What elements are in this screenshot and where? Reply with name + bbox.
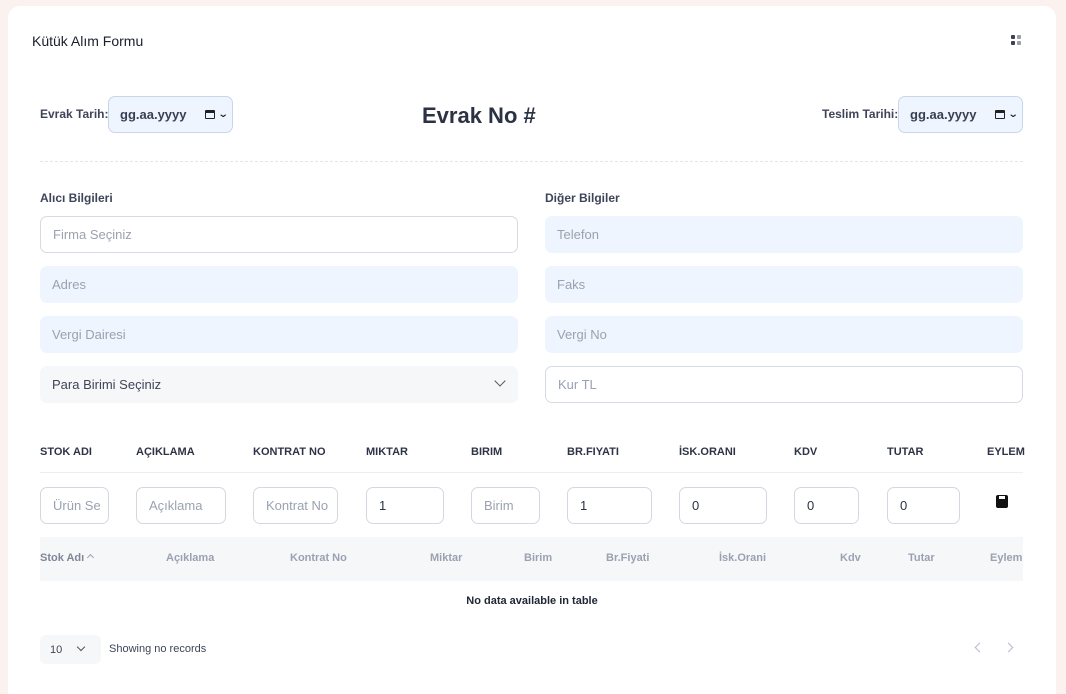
col-aciklama[interactable]: Açıklama <box>166 552 214 564</box>
grid-menu-icon[interactable] <box>1011 35 1021 45</box>
stok-adi-input[interactable]: Ürün Se <box>40 487 109 524</box>
col-stok-adi[interactable]: Stok Adı <box>40 552 95 564</box>
chevron-right-icon[interactable] <box>1003 642 1014 653</box>
entry-header-aciklama: AÇIKLAMA <box>136 446 195 458</box>
adres-field[interactable]: Adres <box>40 266 518 303</box>
teslim-tarih-label: Teslim Tarihi: <box>822 107 899 121</box>
alici-bilgileri-title: Alıcı Bilgileri <box>40 191 113 205</box>
col-tutar[interactable]: Tutar <box>908 552 935 564</box>
page-title: Kütük Alım Formu <box>32 33 144 49</box>
col-kontrat-no[interactable]: Kontrat No <box>290 552 347 564</box>
vergi-dairesi-field[interactable]: Vergi Dairesi <box>40 316 518 353</box>
br-fiyati-input[interactable]: 1 <box>567 487 652 524</box>
entry-header-tutar: TUTAR <box>887 446 924 458</box>
firma-select[interactable]: Firma Seçiniz <box>40 216 518 253</box>
entry-header-birim: BIRIM <box>471 446 503 458</box>
chevron-down-icon[interactable]: ⌄ <box>1007 109 1018 120</box>
para-birimi-value: Para Birimi Seçiniz <box>52 377 162 392</box>
entry-header-kontrat: KONTRAT NO <box>253 446 326 458</box>
kontrat-no-input[interactable]: Kontrat No <box>253 487 338 524</box>
faks-field[interactable]: Faks <box>545 266 1023 303</box>
vergi-no-field[interactable]: Vergi No <box>545 316 1023 353</box>
save-icon[interactable] <box>996 495 1008 508</box>
col-br-fiyati[interactable]: Br.Fiyati <box>606 552 649 564</box>
tutar-input[interactable]: 0 <box>887 487 960 524</box>
col-miktar[interactable]: Miktar <box>430 552 462 564</box>
entry-header-eylem: EYLEM <box>987 446 1025 458</box>
teslim-tarih-input[interactable]: gg.aa.yyyy ⌄ <box>898 96 1023 133</box>
entry-header-isk-orani: İSK.ORANI <box>679 446 736 458</box>
form-card: Kütük Alım Formu Evrak Tarih: gg.aa.yyyy… <box>8 6 1056 694</box>
evrak-tarih-label: Evrak Tarih: <box>40 107 109 121</box>
evrak-tarih-value: gg.aa.yyyy <box>120 107 187 122</box>
miktar-input[interactable]: 1 <box>366 487 444 524</box>
entry-header-miktar: MIKTAR <box>366 446 408 458</box>
col-kdv[interactable]: Kdv <box>840 552 861 564</box>
sort-up-icon <box>87 553 95 562</box>
col-birim[interactable]: Birim <box>524 552 552 564</box>
entry-header-stok: STOK ADI <box>40 446 92 458</box>
teslim-tarih-value: gg.aa.yyyy <box>910 107 977 122</box>
calendar-icon[interactable] <box>995 110 1005 119</box>
col-stok-adi-label: Stok Adı <box>40 552 85 564</box>
divider <box>40 161 1023 162</box>
diger-bilgiler-title: Diğer Bilgiler <box>545 191 620 205</box>
entry-header-br-fiyati: BR.FIYATI <box>567 446 619 458</box>
page-size-select[interactable]: 10 <box>40 635 101 664</box>
records-info: Showing no records <box>109 643 207 655</box>
evrak-tarih-input[interactable]: gg.aa.yyyy ⌄ <box>108 96 233 133</box>
aciklama-input[interactable]: Açıklama <box>136 487 226 524</box>
chevron-down-icon[interactable] <box>76 642 86 652</box>
isk-orani-input[interactable]: 0 <box>679 487 767 524</box>
empty-table-message: No data available in table <box>466 595 598 607</box>
kdv-input[interactable]: 0 <box>794 487 859 524</box>
chevron-down-icon[interactable]: ⌄ <box>217 109 228 120</box>
chevron-left-icon[interactable] <box>974 642 985 653</box>
col-isk-orani[interactable]: İsk.Orani <box>719 552 766 564</box>
calendar-icon[interactable] <box>205 110 215 119</box>
kur-tl-field[interactable]: Kur TL <box>545 366 1023 403</box>
chevron-down-icon[interactable] <box>494 375 506 387</box>
evrak-no-title: Evrak No # <box>422 103 536 128</box>
page-size-value: 10 <box>50 643 63 656</box>
para-birimi-select[interactable]: Para Birimi Seçiniz <box>40 366 518 403</box>
header-divider <box>40 472 1023 473</box>
entry-header-kdv: KDV <box>794 446 818 458</box>
col-eylem[interactable]: Eylem <box>990 552 1022 564</box>
birim-input[interactable]: Birim <box>471 487 540 524</box>
telefon-field[interactable]: Telefon <box>545 216 1023 253</box>
